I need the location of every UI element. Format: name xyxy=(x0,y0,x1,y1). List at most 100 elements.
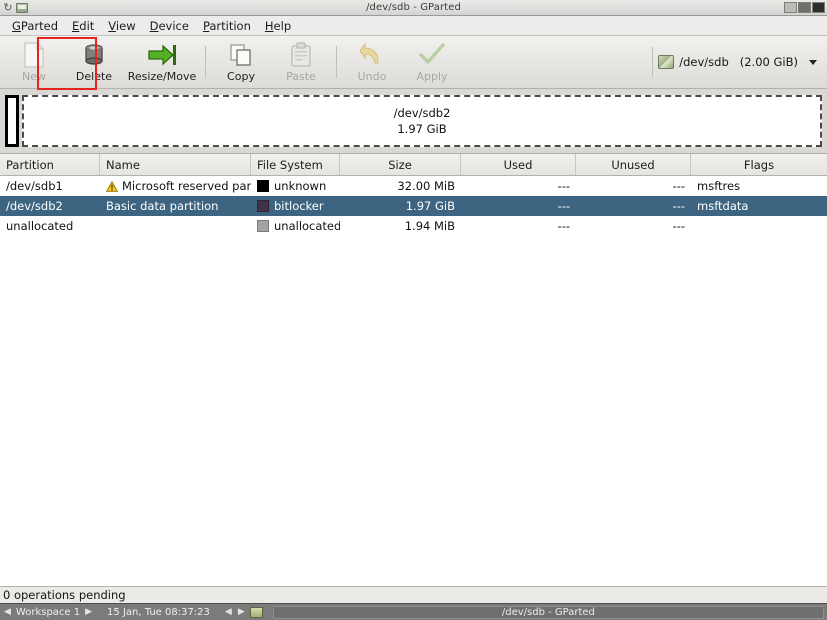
cell-size: 1.97 GiB xyxy=(405,199,455,213)
cell-partition: /dev/sdb1 xyxy=(6,179,63,193)
prev-workspace-icon[interactable]: ◀ xyxy=(3,607,12,617)
column-header-flags[interactable]: Flags xyxy=(691,154,827,175)
undo-button-label: Undo xyxy=(357,70,387,83)
cell-unused: --- xyxy=(672,179,685,193)
warning-icon xyxy=(105,180,119,192)
toolbar: New Delete Resize/Move Copy Paste Undo A… xyxy=(0,36,827,90)
window-icon[interactable] xyxy=(249,606,263,618)
menu-view[interactable]: View xyxy=(101,17,142,35)
cell-unused: --- xyxy=(672,199,685,213)
cell-size: 32.00 MiB xyxy=(397,179,455,193)
column-header-filesystem[interactable]: File System xyxy=(251,154,340,175)
column-header-name[interactable]: Name xyxy=(100,154,251,175)
next-workspace-icon[interactable]: ▶ xyxy=(84,607,93,617)
taskbar-task-gparted[interactable]: /dev/sdb - GParted xyxy=(272,605,824,619)
menu-help[interactable]: Help xyxy=(258,17,298,35)
status-bar: 0 operations pending xyxy=(0,586,827,603)
device-size: (2.00 GiB) xyxy=(739,55,798,69)
device-name: /dev/sdb xyxy=(679,55,729,69)
table-header: Partition Name File System Size Used Unu… xyxy=(0,154,827,176)
cell-unused: --- xyxy=(672,219,685,233)
partition-graphic: /dev/sdb2 1.97 GiB xyxy=(0,89,827,154)
paste-icon xyxy=(290,42,312,68)
partition-table: Partition Name File System Size Used Unu… xyxy=(0,154,827,586)
column-header-used[interactable]: Used xyxy=(461,154,576,175)
gparted-app-icon[interactable] xyxy=(16,2,28,13)
table-row[interactable]: /dev/sdb2 Basic data partition bitlocker… xyxy=(0,196,827,216)
cell-name: Microsoft reserved partition xyxy=(100,176,251,196)
cell-partition: /dev/sdb2 xyxy=(6,199,63,213)
cell-partition: unallocated xyxy=(6,219,74,233)
close-button[interactable] xyxy=(812,2,825,13)
cell-flags: msftdata xyxy=(697,199,749,213)
paste-button[interactable]: Paste xyxy=(271,38,331,86)
cell-name: Basic data partition xyxy=(100,196,251,216)
title-bar-icons: ↻ xyxy=(0,2,28,13)
title-bar: ↻ /dev/sdb - GParted xyxy=(0,0,827,16)
copy-button[interactable]: Copy xyxy=(211,38,271,86)
trash-can-icon xyxy=(82,42,106,68)
graphic-partition-name: /dev/sdb2 xyxy=(393,106,451,120)
menu-partition[interactable]: Partition xyxy=(196,17,258,35)
prev-window-icon[interactable]: ◀ xyxy=(224,607,233,617)
cell-filesystem: unallocated xyxy=(251,216,340,236)
minimize-button[interactable] xyxy=(784,2,797,13)
cell-name-text: Microsoft reserved partition xyxy=(122,179,251,193)
next-window-icon[interactable]: ▶ xyxy=(237,607,246,617)
taskbar: ◀ Workspace 1 ▶ 15 Jan, Tue 08:37:23 ◀ ▶… xyxy=(0,603,827,620)
cell-filesystem-text: unallocated xyxy=(274,219,340,233)
cell-used: --- xyxy=(557,179,570,193)
graphic-partition-sdb2[interactable]: /dev/sdb2 1.97 GiB xyxy=(22,95,822,147)
filesystem-color-swatch xyxy=(257,180,269,192)
chevron-down-icon[interactable] xyxy=(809,59,817,65)
menu-device[interactable]: Device xyxy=(143,17,196,35)
new-partition-icon xyxy=(23,42,45,68)
device-selector[interactable]: /dev/sdb (2.00 GiB) xyxy=(652,47,823,77)
gparted-window: ↻ /dev/sdb - GParted GParted Edit View D… xyxy=(0,0,827,620)
column-header-size[interactable]: Size xyxy=(340,154,461,175)
hard-disk-icon xyxy=(658,55,675,69)
new-button[interactable]: New xyxy=(4,38,64,86)
refresh-icon[interactable]: ↻ xyxy=(3,2,13,13)
cell-used: --- xyxy=(557,199,570,213)
checkmark-icon xyxy=(419,42,445,68)
toolbar-separator-1 xyxy=(205,46,206,78)
delete-button-label: Delete xyxy=(75,70,113,83)
column-header-unused[interactable]: Unused xyxy=(576,154,691,175)
new-button-label: New xyxy=(22,70,46,83)
cell-filesystem-text: unknown xyxy=(274,179,327,193)
window-controls xyxy=(784,2,827,13)
menu-edit[interactable]: Edit xyxy=(65,17,101,35)
cell-name xyxy=(100,216,251,236)
table-row[interactable]: unallocated unallocated 1.94 MiB --- --- xyxy=(0,216,827,236)
apply-button-label: Apply xyxy=(416,70,448,83)
maximize-button[interactable] xyxy=(798,2,811,13)
graphic-partition-sdb1[interactable] xyxy=(5,95,19,147)
copy-button-label: Copy xyxy=(227,70,255,83)
undo-arrow-icon xyxy=(360,42,384,68)
clock[interactable]: 15 Jan, Tue 08:37:23 xyxy=(107,607,210,618)
delete-button[interactable]: Delete xyxy=(64,38,124,86)
apply-button[interactable]: Apply xyxy=(402,38,462,86)
cell-filesystem: bitlocker xyxy=(251,196,340,216)
table-row[interactable]: /dev/sdb1 Microsoft reserved partition u… xyxy=(0,176,827,196)
cell-filesystem-text: bitlocker xyxy=(274,199,324,213)
resize-move-icon xyxy=(147,42,177,68)
paste-button-label: Paste xyxy=(286,70,316,83)
cell-name-text: Basic data partition xyxy=(106,199,219,213)
resize-move-button[interactable]: Resize/Move xyxy=(124,38,200,86)
toolbar-separator-2 xyxy=(336,46,337,78)
cell-filesystem: unknown xyxy=(251,176,340,196)
status-text: 0 operations pending xyxy=(3,588,126,602)
menu-gparted[interactable]: GParted xyxy=(5,17,65,35)
graphic-partition-size: 1.97 GiB xyxy=(397,122,447,136)
column-header-partition[interactable]: Partition xyxy=(0,154,100,175)
copy-icon xyxy=(229,42,253,68)
cell-size: 1.94 MiB xyxy=(404,219,455,233)
undo-button[interactable]: Undo xyxy=(342,38,402,86)
filesystem-color-swatch xyxy=(257,220,269,232)
resize-move-button-label: Resize/Move xyxy=(127,70,197,83)
cell-flags xyxy=(691,216,827,236)
menu-bar: GParted Edit View Device Partition Help xyxy=(0,16,827,36)
workspace-label[interactable]: Workspace 1 xyxy=(16,607,80,618)
